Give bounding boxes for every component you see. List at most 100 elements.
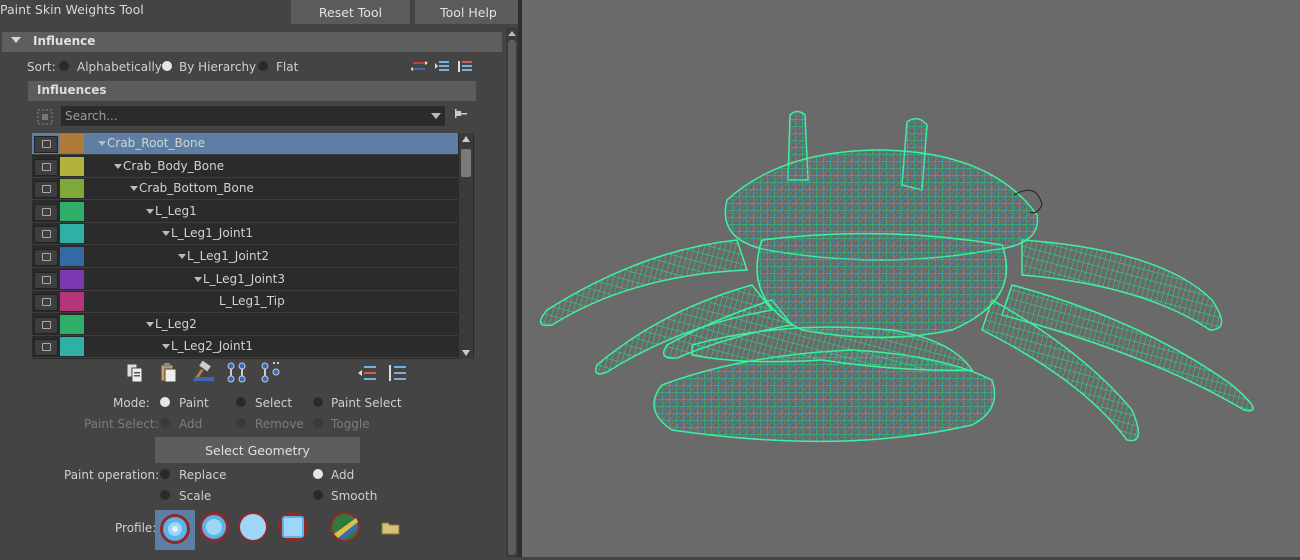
- expand-arrow-icon[interactable]: [114, 163, 122, 169]
- influence-list[interactable]: Crab_Root_Bone Crab_Body_Bone Crab_Bottom_…: [32, 133, 474, 359]
- lock-icon[interactable]: [34, 339, 58, 357]
- expand-arrow-icon[interactable]: [194, 276, 202, 282]
- select-geometry-button[interactable]: Select Geometry: [155, 437, 360, 463]
- influence-name: L_Leg1_Joint3: [194, 272, 285, 286]
- paint-select-toggle-radio[interactable]: [313, 418, 323, 428]
- lock-icon[interactable]: [34, 203, 58, 221]
- show-influences-icon[interactable]: [261, 362, 280, 383]
- expand-arrow-icon[interactable]: [162, 344, 170, 350]
- expand-arrow-icon[interactable]: [162, 231, 170, 237]
- paint-skin-weights-panel: Paint Skin Weights Tool Reset Tool Tool …: [0, 0, 522, 557]
- remove-influence-icon[interactable]: [389, 365, 406, 381]
- lock-icon[interactable]: [34, 294, 58, 312]
- move-weights-icon[interactable]: [227, 362, 246, 383]
- sort-flat-radio[interactable]: [258, 61, 268, 71]
- influence-color-swatch[interactable]: [60, 224, 84, 244]
- expand-list-icon[interactable]: [435, 61, 449, 71]
- sort-by-hierarchy-radio[interactable]: [162, 61, 172, 71]
- expand-arrow-icon[interactable]: [146, 321, 154, 327]
- influence-name-text: Crab_Body_Bone: [123, 158, 225, 173]
- tool-help-button[interactable]: Tool Help: [415, 0, 522, 24]
- influence-row[interactable]: L_Leg1_Joint1: [32, 223, 458, 246]
- influence-row[interactable]: L_Leg2: [32, 314, 458, 336]
- folder-icon[interactable]: [381, 520, 401, 536]
- lock-icon[interactable]: [34, 181, 58, 199]
- paint-op-add-radio[interactable]: [313, 469, 323, 479]
- influence-color-swatch[interactable]: [60, 156, 84, 176]
- scroll-thumb[interactable]: [461, 149, 471, 177]
- influence-row[interactable]: L_Leg1_Joint3: [32, 269, 458, 291]
- mode-select-radio[interactable]: [236, 397, 246, 407]
- paste-weights-icon[interactable]: [160, 363, 177, 383]
- paint-op-replace-radio[interactable]: [160, 469, 170, 479]
- influence-color-swatch[interactable]: [60, 179, 84, 199]
- influence-name: L_Leg2: [146, 317, 197, 331]
- select-influence-icon[interactable]: [36, 108, 54, 126]
- lock-icon[interactable]: [34, 158, 58, 176]
- scroll-up-icon[interactable]: [462, 136, 470, 142]
- lock-icon[interactable]: [34, 271, 58, 289]
- influence-row[interactable]: L_Leg2_Joint1: [32, 336, 458, 359]
- influence-name-text: L_Leg2: [155, 316, 197, 331]
- panel-scrollbar[interactable]: [506, 28, 518, 557]
- collapse-list-icon[interactable]: [458, 61, 472, 72]
- window-title: Paint Skin Weights Tool: [0, 2, 144, 17]
- lock-icon[interactable]: [34, 316, 58, 334]
- mode-select-label: Select: [255, 396, 293, 410]
- expand-arrow-icon[interactable]: [98, 141, 106, 146]
- collapse-triangle-icon: [11, 37, 21, 43]
- panel-scroll-thumb[interactable]: [508, 40, 516, 555]
- expand-arrow-icon[interactable]: [178, 254, 186, 259]
- influence-search-input[interactable]: [61, 106, 429, 126]
- influence-row[interactable]: Crab_Bottom_Bone: [32, 178, 458, 201]
- influence-row[interactable]: L_Leg1_Tip: [32, 291, 458, 314]
- influence-row[interactable]: L_Leg1: [32, 201, 458, 223]
- mode-paint-select-radio[interactable]: [313, 397, 323, 407]
- reset-tool-button[interactable]: Reset Tool: [291, 0, 410, 24]
- scroll-down-icon[interactable]: [462, 350, 470, 356]
- paint-operation-label: Paint operation:: [64, 468, 160, 482]
- influence-color-swatch[interactable]: [60, 247, 84, 266]
- influence-color-swatch[interactable]: [60, 201, 84, 221]
- sort-alphabetically-radio[interactable]: [59, 61, 69, 71]
- paint-select-remove-radio[interactable]: [236, 418, 246, 428]
- profile-soft-icon[interactable]: [197, 510, 231, 544]
- paint-op-scale-radio[interactable]: [160, 490, 170, 500]
- sort-label: Sort:: [27, 60, 56, 74]
- influence-color-swatch[interactable]: [60, 292, 84, 312]
- influence-row[interactable]: Crab_Root_Bone: [32, 133, 458, 155]
- profile-solid-icon[interactable]: [236, 510, 270, 544]
- influence-section-header[interactable]: Influence: [2, 32, 502, 52]
- influence-name-text: L_Leg1_Joint2: [187, 249, 269, 263]
- lock-icon[interactable]: [34, 249, 58, 266]
- panel-scroll-up-icon[interactable]: [508, 31, 516, 36]
- influence-color-swatch[interactable]: [60, 337, 84, 357]
- influence-color-swatch[interactable]: [60, 314, 84, 334]
- influence-name: Crab_Body_Bone: [114, 159, 224, 173]
- paint-select-add-radio[interactable]: [160, 418, 170, 428]
- profile-image-icon[interactable]: [328, 510, 362, 544]
- expand-arrow-icon[interactable]: [146, 208, 154, 214]
- mode-paint-radio[interactable]: [160, 397, 170, 407]
- profile-gaussian-icon[interactable]: [155, 510, 195, 550]
- lock-icon[interactable]: [34, 136, 58, 153]
- weight-hammer-icon[interactable]: [193, 361, 214, 382]
- lock-icon[interactable]: [34, 226, 58, 244]
- influence-row[interactable]: Crab_Body_Bone: [32, 156, 458, 178]
- influence-color-swatch[interactable]: [60, 269, 84, 289]
- pin-icon[interactable]: [453, 107, 469, 121]
- crab-wireframe-mesh: [539, 110, 1254, 443]
- paint-op-smooth-radio[interactable]: [313, 490, 323, 500]
- copy-weights-icon[interactable]: [126, 363, 143, 383]
- sort-swap-icon[interactable]: [411, 61, 428, 71]
- paint-select-toggle-label: Toggle: [331, 417, 370, 431]
- expand-arrow-icon[interactable]: [130, 186, 138, 192]
- influence-row[interactable]: L_Leg1_Joint2: [32, 246, 458, 268]
- influence-color-swatch[interactable]: [60, 134, 84, 153]
- influence-name-text: L_Leg1_Joint1: [171, 226, 253, 241]
- add-influence-icon[interactable]: [358, 366, 376, 380]
- 3d-viewport[interactable]: [522, 0, 1300, 557]
- influence-list-scrollbar[interactable]: [459, 133, 473, 359]
- search-dropdown-icon[interactable]: [431, 113, 441, 119]
- profile-square-icon[interactable]: [276, 510, 310, 544]
